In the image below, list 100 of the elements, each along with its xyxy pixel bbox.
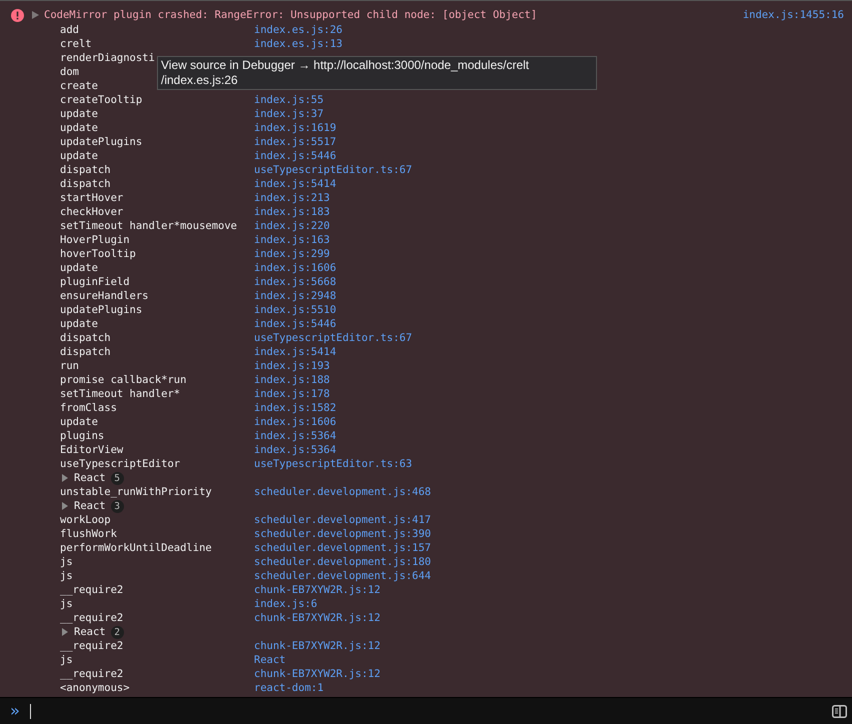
source-link[interactable]: index.js:5414 [254, 178, 336, 190]
function-name: renderDiagnosti [60, 52, 155, 64]
function-name: flushWork [60, 528, 117, 540]
source-link[interactable]: index.js:1582 [254, 402, 336, 414]
source-link[interactable]: index.js:5364 [254, 430, 336, 442]
function-name: createTooltip [60, 94, 142, 106]
function-name: unstable_runWithPriority [60, 486, 212, 498]
function-name: dispatch [60, 178, 111, 190]
function-name: dispatch [60, 332, 111, 344]
source-link[interactable]: index.es.js:13 [254, 38, 343, 50]
source-link[interactable]: index.js:5446 [254, 318, 336, 330]
source-link[interactable]: index.js:37 [254, 108, 324, 120]
group-label[interactable]: React [74, 500, 106, 512]
source-link[interactable]: index.js:183 [254, 206, 330, 218]
tooltip: View source in Debugger → http://localhost:3000/node_modules/crelt /index.es.js:26 [157, 56, 597, 90]
source-link[interactable]: index.js:1606 [254, 416, 336, 428]
function-name: js [60, 556, 73, 568]
source-link[interactable]: index.js:188 [254, 374, 330, 386]
text-cursor [30, 704, 31, 718]
function-name: pluginField [60, 276, 130, 288]
function-name: promise callback*run [60, 374, 186, 386]
source-link[interactable]: chunk-EB7XYW2R.js:12 [254, 640, 380, 652]
source-link[interactable]: index.js:213 [254, 192, 330, 204]
function-name: HoverPlugin [60, 234, 130, 246]
count-badge: 2 [110, 626, 124, 638]
source-link[interactable]: scheduler.development.js:180 [254, 556, 432, 568]
function-name: workLoop [60, 514, 111, 526]
function-name: performWorkUntilDeadline [60, 542, 212, 554]
function-name: update [60, 108, 98, 120]
disclosure-icon[interactable] [62, 502, 68, 510]
prompt-icon: » [10, 703, 20, 719]
source-link[interactable]: index.js:1606 [254, 262, 336, 274]
function-name: update [60, 318, 98, 330]
error-message: CodeMirror plugin crashed: RangeError: Unsupported child node: [object Object] [44, 9, 538, 21]
source-link[interactable]: scheduler.development.js:157 [254, 542, 432, 554]
function-name: checkHover [60, 206, 124, 218]
source-link[interactable]: scheduler.development.js:417 [254, 514, 432, 526]
source-link[interactable]: react-dom:1 [254, 682, 324, 694]
sidebar-toggle-icon[interactable] [832, 704, 847, 718]
source-link[interactable]: scheduler.development.js:468 [254, 486, 432, 498]
source-link[interactable]: chunk-EB7XYW2R.js:12 [254, 668, 380, 680]
source-link[interactable]: index.js:5517 [254, 136, 336, 148]
source-link[interactable]: index.js:6 [254, 598, 318, 610]
function-name: updatePlugins [60, 136, 142, 148]
group-label[interactable]: React [74, 472, 106, 484]
function-name: run [60, 360, 79, 372]
source-link[interactable]: useTypescriptEditor.ts:67 [254, 164, 412, 176]
function-name: setTimeout handler*mousemove [60, 220, 238, 232]
source-link[interactable]: index.js:5668 [254, 276, 336, 288]
function-name: dom [60, 66, 79, 78]
function-name: dispatch [60, 346, 111, 358]
function-name: useTypescriptEditor [60, 458, 180, 470]
function-name: ensureHandlers [60, 290, 149, 302]
source-link[interactable]: index.js:2948 [254, 290, 336, 302]
group-label[interactable]: React [74, 626, 106, 638]
source-link[interactable]: index.js:220 [254, 220, 330, 232]
disclosure-icon[interactable] [32, 11, 39, 19]
function-name: crelt [60, 38, 92, 50]
function-name: plugins [60, 430, 104, 442]
source-link[interactable]: index.js:178 [254, 388, 330, 400]
source-link[interactable]: index.js:55 [254, 94, 324, 106]
function-name: update [60, 416, 98, 428]
function-name: startHover [60, 192, 124, 204]
source-link[interactable]: scheduler.development.js:644 [254, 570, 432, 582]
source-link[interactable]: index.js:5446 [254, 150, 336, 162]
count-badge: 5 [110, 472, 124, 484]
source-link[interactable]: index.es.js:26 [254, 24, 343, 36]
function-name: js [60, 570, 73, 582]
source-link[interactable]: index.js:1619 [254, 122, 336, 134]
count-badge: 3 [110, 500, 124, 512]
disclosure-icon[interactable] [62, 628, 68, 636]
source-link[interactable]: React [254, 654, 286, 666]
function-name: js [60, 654, 73, 666]
function-name: fromClass [60, 402, 117, 414]
function-name: hoverTooltip [60, 248, 136, 260]
source-link[interactable]: useTypescriptEditor.ts:67 [254, 332, 412, 344]
function-name: __require2 [60, 612, 124, 624]
source-link[interactable]: index.js:299 [254, 248, 330, 260]
function-name: update [60, 122, 98, 134]
function-name: EditorView [60, 444, 124, 456]
source-link[interactable]: index.js:5364 [254, 444, 336, 456]
function-name: <anonymous> [60, 682, 130, 694]
source-link[interactable]: index.js:5510 [254, 304, 336, 316]
disclosure-icon[interactable] [62, 474, 68, 482]
function-name: __require2 [60, 668, 124, 680]
function-name: __require2 [60, 640, 124, 652]
function-name: update [60, 150, 98, 162]
function-name: add [60, 24, 79, 36]
source-link[interactable]: index.js:5414 [254, 346, 336, 358]
source-link[interactable]: index.js:193 [254, 360, 330, 372]
source-link[interactable]: chunk-EB7XYW2R.js:12 [254, 612, 380, 624]
source-link[interactable]: index.js:163 [254, 234, 330, 246]
function-name: update [60, 262, 98, 274]
source-link[interactable]: useTypescriptEditor.ts:63 [254, 458, 412, 470]
function-name: dispatch [60, 164, 111, 176]
source-link[interactable]: index.js:1455:16 [742, 9, 844, 21]
function-name: __require2 [60, 584, 124, 596]
function-name: js [60, 598, 73, 610]
source-link[interactable]: chunk-EB7XYW2R.js:12 [254, 584, 380, 596]
source-link[interactable]: scheduler.development.js:390 [254, 528, 432, 540]
